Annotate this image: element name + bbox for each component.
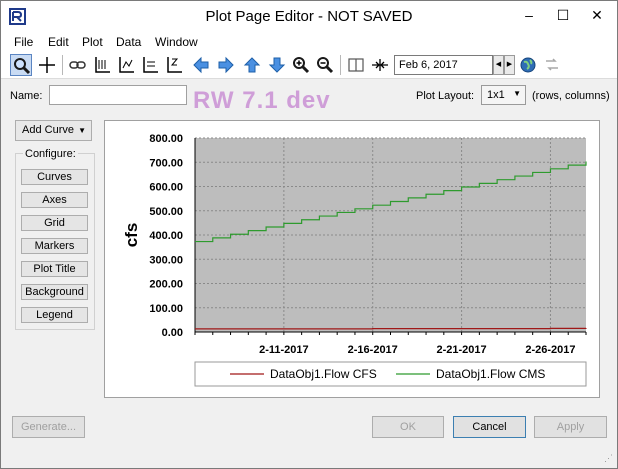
x-tick-label: 2-21-2017 [437,344,487,356]
arrow-left-icon [193,56,209,74]
configure-curves-button[interactable]: Curves [21,169,88,185]
crosshair-tool-button[interactable] [36,54,58,76]
close-button[interactable]: ✕ [580,1,614,31]
date-prev-button[interactable]: ◀ [493,55,504,75]
toolbar: Feb 6, 2017 ◀ ▶ [1,52,617,79]
configure-label: Configure: [23,148,78,160]
legend-label: DataObj1.Flow CFS [270,367,377,381]
center-date-button[interactable] [369,54,391,76]
scroll-up-button[interactable] [241,54,263,76]
y-axis-label: cfs [122,223,141,248]
collapse-icon [372,59,388,71]
y-tick-label: 0.00 [162,327,183,339]
scroll-down-button[interactable] [266,54,288,76]
x-tick-label: 2-16-2017 [348,344,398,356]
y-tick-label: 600.00 [149,182,183,194]
axis-tool-1-button[interactable] [91,54,113,76]
add-curve-label: Add Curve [22,124,74,136]
y-tick-label: 500.00 [149,206,183,218]
zoom-in-button[interactable] [290,54,312,76]
ok-button[interactable]: OK [372,416,444,438]
link-icon [69,61,86,69]
minimize-button[interactable]: – [512,1,546,31]
resize-grip-icon[interactable]: ⋰ [604,453,613,464]
name-input[interactable] [49,85,187,105]
axis-scale-icon [95,57,110,73]
date-field[interactable]: Feb 6, 2017 [394,55,493,75]
globe-button[interactable] [517,54,539,76]
scroll-right-button[interactable] [215,54,237,76]
configure-background-button[interactable]: Background [21,284,88,300]
menu-file[interactable]: File [14,35,33,49]
apply-button[interactable]: Apply [534,416,607,438]
configure-markers-button[interactable]: Markers [21,238,88,254]
menu-data[interactable]: Data [116,35,141,49]
chevron-down-icon: ▼ [513,89,521,98]
x-tick-label: 2-11-2017 [259,344,309,356]
configure-legend-button[interactable]: Legend [21,307,88,323]
crosshair-icon [39,57,55,73]
plot-layout-select[interactable]: 1x1 ▼ [481,85,526,105]
configure-axes-button[interactable]: Axes [21,192,88,208]
menu-window[interactable]: Window [155,35,198,49]
axis-tool-3-button[interactable] [139,54,161,76]
axis-scale-icon [143,57,158,73]
menu-plot[interactable]: Plot [82,35,103,49]
plot-panel: 0.00 100.00 200.00 300.00 400.00 500.00 600.00… [104,120,600,398]
configure-plot-title-button[interactable]: Plot Title [21,261,88,277]
menu-edit[interactable]: Edit [48,35,69,49]
maximize-button[interactable]: ☐ [546,1,580,31]
configure-grid-button[interactable]: Grid [21,215,88,231]
y-tick-label: 300.00 [149,254,183,266]
axis-tool-4-button[interactable] [163,54,185,76]
date-next-button[interactable]: ▶ [504,55,515,75]
arrow-down-icon [268,57,286,73]
x-tick-label: 2-26-2017 [525,344,575,356]
menu-bar: File Edit Plot Data Window [1,32,617,52]
cancel-button[interactable]: Cancel [453,416,526,438]
generate-button[interactable]: Generate... [12,416,85,438]
y-tick-label: 800.00 [149,133,183,145]
link-button[interactable] [67,54,89,76]
plot-layout-hint: (rows, columns) [532,90,610,102]
add-curve-button[interactable]: Add Curve ▼ [15,120,92,141]
y-tick-label: 100.00 [149,303,183,315]
title-bar: Plot Page Editor - NOT SAVED – ☐ ✕ [1,1,617,32]
split-icon [348,58,364,72]
arrow-up-icon [243,57,261,73]
axis-tool-2-button[interactable] [115,54,137,76]
globe-icon [520,57,536,73]
scroll-left-button[interactable] [190,54,212,76]
name-label: Name: [10,90,43,102]
plot-layout-label: Plot Layout: [416,90,475,102]
zoom-tool-button[interactable] [10,54,32,76]
axis-scale-icon [119,57,134,73]
legend-label: DataObj1.Flow CMS [436,367,545,381]
zoom-out-icon [317,57,334,74]
split-view-button[interactable] [345,54,367,76]
plot-layout-value: 1x1 [487,89,505,101]
toolbar-separator [62,55,63,75]
zoom-in-icon [293,57,310,74]
axis-scale-icon [167,57,182,73]
magnifier-icon [14,58,31,75]
version-watermark: RW 7.1 dev [193,87,331,114]
arrow-right-icon [218,56,234,74]
plot-page-editor-window: Plot Page Editor - NOT SAVED – ☐ ✕ File … [0,0,618,469]
y-tick-label: 200.00 [149,279,183,291]
y-tick-label: 700.00 [149,157,183,169]
sync-icon [546,58,558,71]
toolbar-separator [340,55,341,75]
zoom-out-button[interactable] [314,54,336,76]
flow-chart[interactable]: 0.00 100.00 200.00 300.00 400.00 500.00 600.00… [105,121,599,397]
chevron-down-icon: ▼ [78,126,86,135]
sync-button[interactable] [541,54,563,76]
y-tick-label: 400.00 [149,230,183,242]
